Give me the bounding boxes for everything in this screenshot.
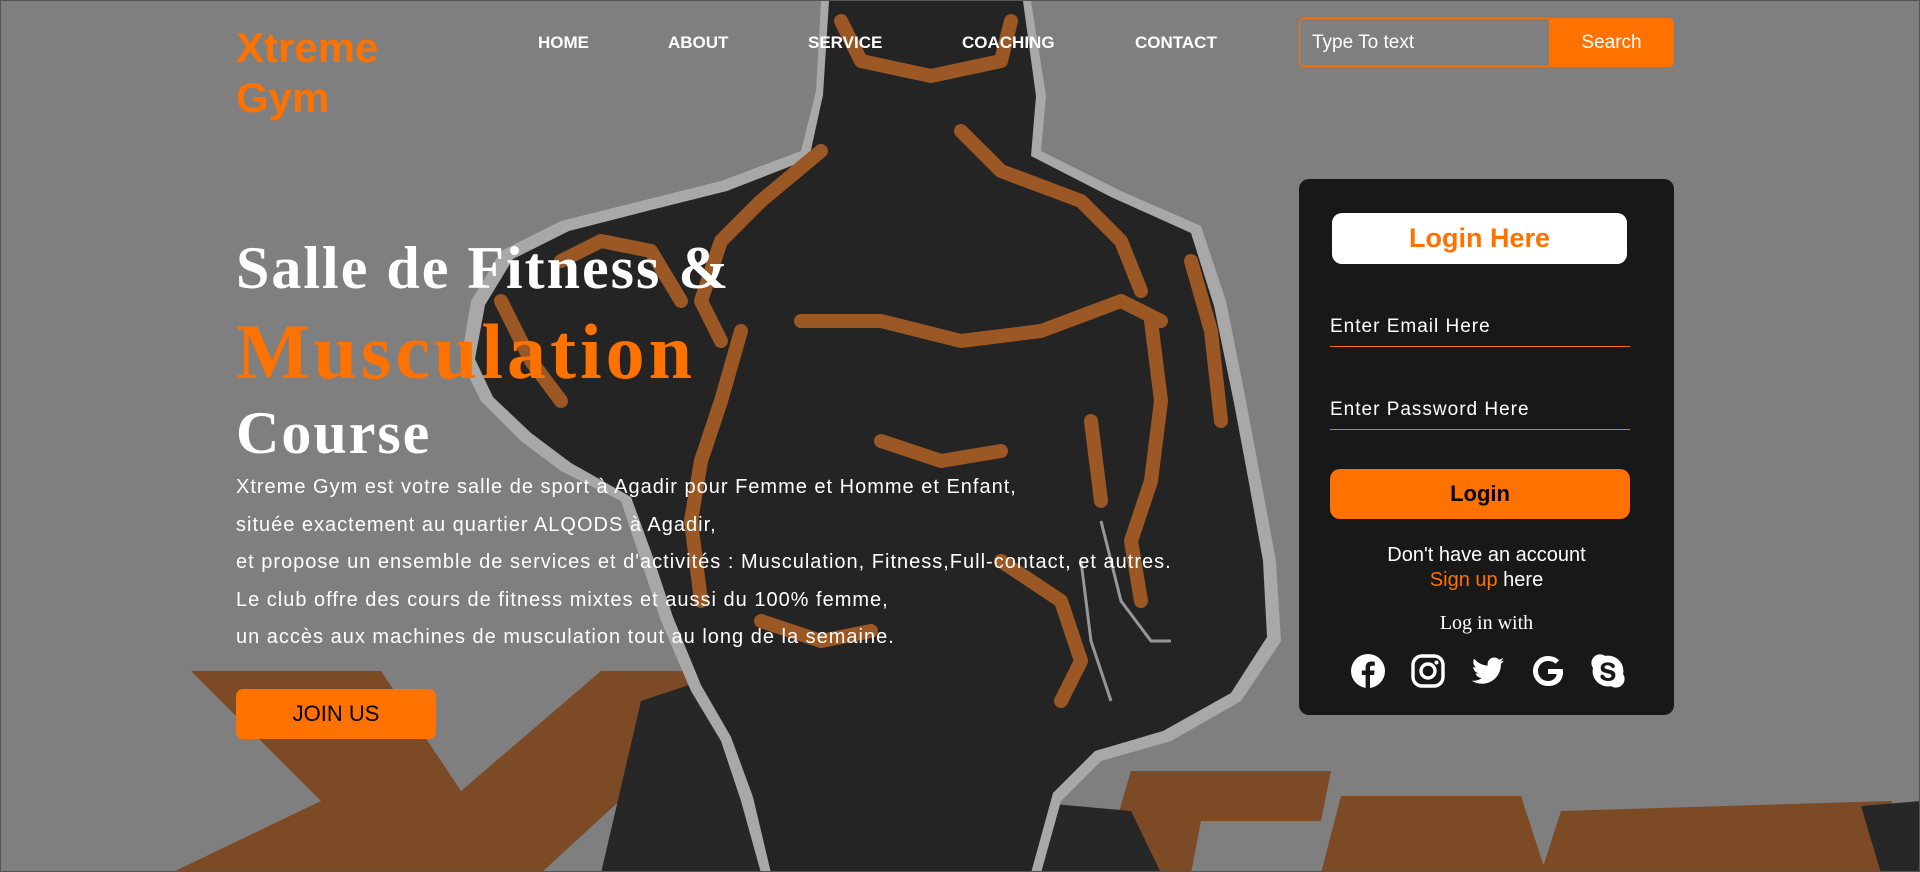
login-button[interactable]: Login bbox=[1330, 469, 1630, 519]
hero-description-line: Xtreme Gym est votre salle de sport à Ag… bbox=[236, 476, 1017, 498]
hero-section: Salle de Fitness & Musculation Course Xt… bbox=[236, 229, 1236, 657]
instagram-icon[interactable] bbox=[1410, 653, 1446, 689]
logo-line-2: Gym bbox=[236, 74, 330, 121]
signup-suffix: here bbox=[1497, 569, 1544, 591]
login-heading: Login Here bbox=[1332, 213, 1627, 264]
search-button[interactable]: Search bbox=[1549, 18, 1674, 67]
nav-contact[interactable]: CONTACT bbox=[1135, 33, 1217, 53]
login-form: Login Here Login Don't have an account S… bbox=[1299, 179, 1674, 715]
nav-coaching[interactable]: COACHING bbox=[962, 33, 1055, 53]
nav-home[interactable]: HOME bbox=[538, 33, 589, 53]
signup-prompt: Don't have an account Sign up here bbox=[1299, 543, 1674, 593]
search-bar: Search bbox=[1299, 18, 1674, 67]
hero-description: Xtreme Gym est votre salle de sport à Ag… bbox=[236, 469, 1236, 657]
nav-about[interactable]: ABOUT bbox=[668, 33, 728, 53]
hero-title-line-3: Course bbox=[236, 400, 432, 466]
hero-title-highlight: Musculation bbox=[236, 308, 697, 395]
google-icon[interactable] bbox=[1530, 653, 1566, 689]
join-us-button[interactable]: JOIN US bbox=[236, 689, 436, 739]
signup-link[interactable]: Sign up bbox=[1430, 569, 1498, 591]
skype-icon[interactable] bbox=[1590, 653, 1626, 689]
twitter-icon[interactable] bbox=[1470, 653, 1506, 689]
email-field[interactable] bbox=[1330, 307, 1630, 347]
hero-description-line: située exactement au quartier ALQODS à A… bbox=[236, 513, 717, 536]
hero-title: Salle de Fitness & Musculation Course bbox=[236, 229, 1236, 469]
no-account-text: Don't have an account bbox=[1387, 544, 1586, 566]
hero-description-line: un accès aux machines de musculation tou… bbox=[236, 626, 895, 648]
facebook-icon[interactable] bbox=[1350, 653, 1386, 689]
password-field[interactable] bbox=[1330, 390, 1630, 430]
site-logo[interactable]: Xtreme Gym bbox=[236, 23, 436, 123]
hero-description-line: Le club offre des cours de fitness mixte… bbox=[236, 588, 889, 611]
hero-title-line-1: Salle de Fitness & bbox=[236, 235, 731, 301]
page: Xtreme Gym HOME ABOUT SERVICE COACHING C… bbox=[0, 0, 1920, 872]
hero-description-line: et propose un ensemble de services et d'… bbox=[236, 551, 1172, 573]
login-with-label: Log in with bbox=[1439, 612, 1534, 634]
logo-line-1: Xtreme bbox=[236, 24, 379, 71]
search-input[interactable] bbox=[1299, 18, 1549, 67]
nav-service[interactable]: SERVICE bbox=[808, 33, 882, 53]
